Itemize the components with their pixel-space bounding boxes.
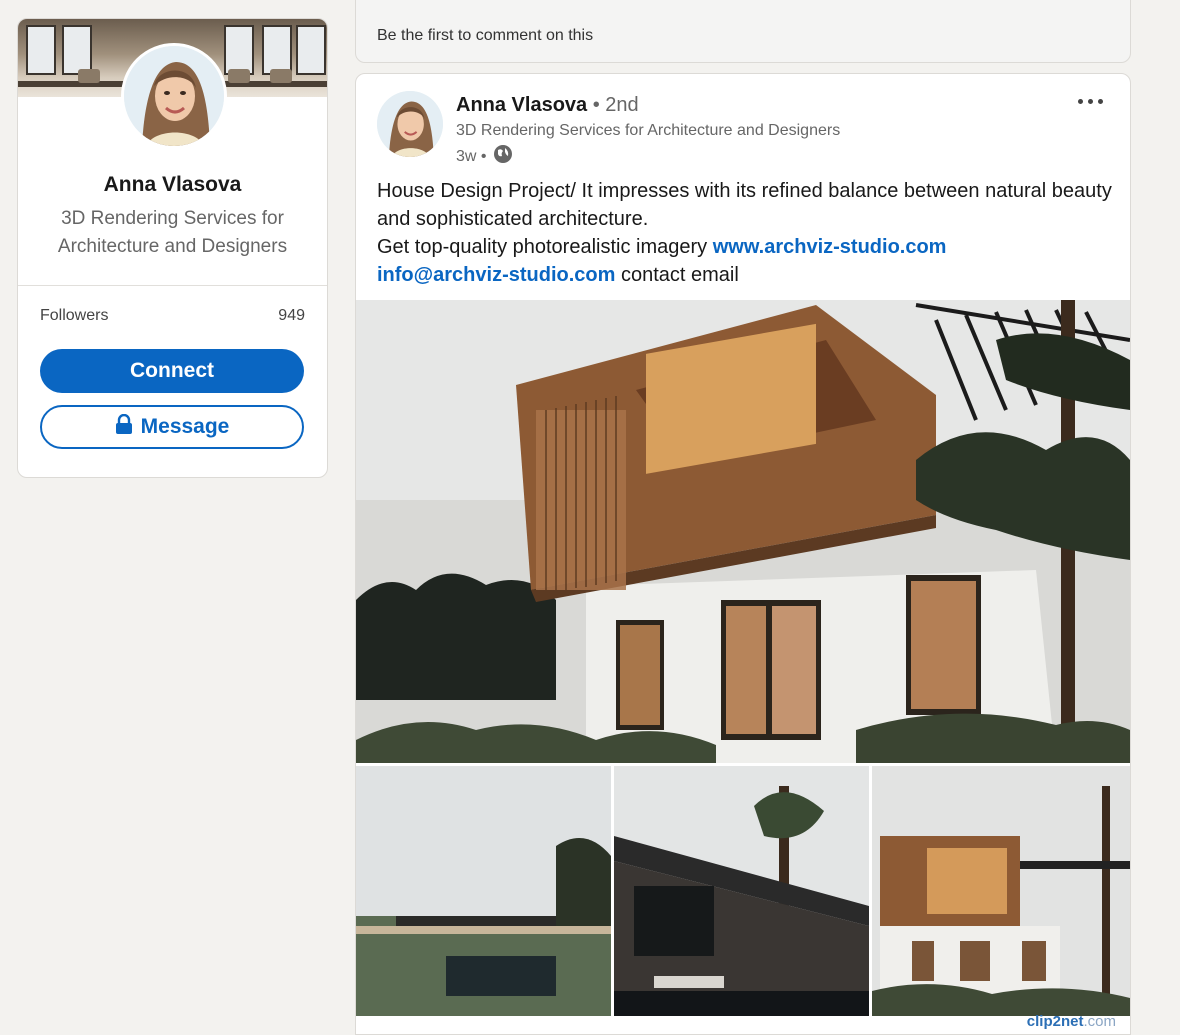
- post-timestamp: 3w •: [456, 144, 513, 169]
- post-time-text: 3w •: [456, 147, 487, 165]
- comments-section: Be the first to comment on this: [355, 0, 1131, 63]
- more-options-button[interactable]: [1070, 88, 1110, 114]
- watermark-logo: clip2net.com: [1027, 1013, 1116, 1030]
- post-cta-text: Get top-quality photorealistic imagery: [377, 236, 708, 258]
- profile-headline: 3D Rendering Services for Architecture a…: [57, 208, 288, 257]
- empty-comments-text: Be the first to comment on this: [377, 27, 594, 44]
- post-image-thumbnail-1[interactable]: [356, 766, 611, 1016]
- divider: [18, 285, 327, 286]
- email-link[interactable]: info@archviz-studio.com: [377, 264, 615, 286]
- post-author-name-text: Anna Vlasova: [456, 94, 588, 116]
- post-author-name[interactable]: Anna Vlasova • 2nd: [456, 94, 639, 117]
- post-author-avatar[interactable]: [377, 91, 443, 157]
- profile-avatar[interactable]: [121, 43, 227, 149]
- message-button-label: Message: [140, 415, 230, 438]
- post-author-headline: 3D Rendering Services for Architecture a…: [456, 122, 841, 139]
- post-email-line: info@archviz-studio.com contact email: [377, 261, 1117, 289]
- post-cta-line: Get top-quality photorealistic imagery w…: [377, 233, 1117, 261]
- connect-button[interactable]: Connect: [40, 349, 304, 393]
- connect-button-label: Connect: [130, 359, 214, 382]
- followers-label: Followers: [40, 307, 109, 324]
- watermark-brand: clip2net: [1026, 1013, 1084, 1030]
- profile-name[interactable]: Anna Vlasova: [18, 173, 327, 197]
- post-description: House Design Project/ It impresses with …: [377, 180, 1112, 230]
- message-button[interactable]: Message: [40, 405, 304, 449]
- watermark-tld: .com: [1083, 1013, 1116, 1030]
- connection-degree: • 2nd: [592, 94, 639, 116]
- website-link[interactable]: www.archviz-studio.com: [713, 236, 947, 258]
- globe-icon: [493, 144, 513, 169]
- post-text: House Design Project/ It impresses with …: [377, 177, 1117, 289]
- post-image-thumbnail-2[interactable]: [614, 766, 869, 1016]
- profile-card: Anna Vlasova 3D Rendering Services for A…: [17, 18, 328, 478]
- post-image-main[interactable]: [356, 300, 1130, 763]
- post-image-thumbnail-3[interactable]: [872, 766, 1130, 1016]
- followers-count: 949: [278, 307, 305, 324]
- lock-icon: [115, 413, 133, 440]
- email-suffix: contact email: [620, 264, 739, 286]
- more-icon: [1077, 98, 1103, 104]
- feed-post: Anna Vlasova • 2nd 3D Rendering Services…: [355, 73, 1131, 1035]
